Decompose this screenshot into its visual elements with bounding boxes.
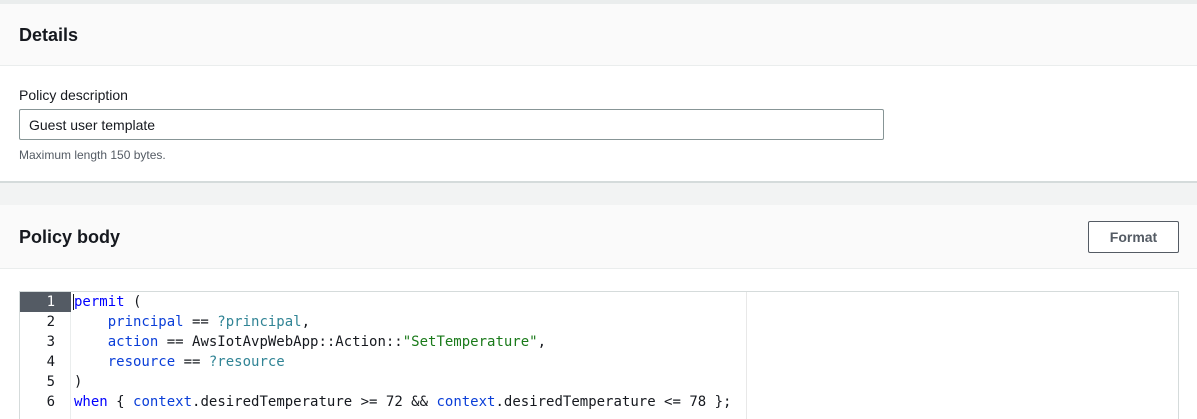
text-cursor xyxy=(73,294,74,310)
policy-description-hint: Maximum length 150 bytes. xyxy=(19,148,166,162)
code-token: resource xyxy=(107,354,176,370)
code-line[interactable]: 1 permit ( xyxy=(20,292,1178,312)
code-token: when xyxy=(74,394,108,410)
code-line[interactable]: 4 resource == ?resource xyxy=(20,352,1178,372)
code-token: .desiredTemperature <= 78 }; xyxy=(495,394,732,410)
code-line[interactable]: 2 principal == ?principal, xyxy=(20,312,1178,332)
code-token: == AwsIotAvpWebApp::Action:: xyxy=(158,334,403,350)
policy-body-header: Policy body Format xyxy=(0,205,1197,269)
code-token: principal xyxy=(107,314,184,330)
section-divider xyxy=(0,181,1197,183)
code-token: , xyxy=(301,314,311,330)
line-number: 6 xyxy=(46,394,55,410)
code-token: == xyxy=(183,314,218,330)
policy-description-label: Policy description xyxy=(19,87,128,103)
code-text: ) xyxy=(74,372,82,392)
code-text: action == AwsIotAvpWebApp::Action::"SetT… xyxy=(74,332,546,352)
code-token: == xyxy=(175,354,209,370)
line-number: 3 xyxy=(46,334,55,350)
details-header: Details xyxy=(0,4,1197,66)
code-token: .desiredTemperature >= 72 && xyxy=(192,394,437,410)
code-token: , xyxy=(537,334,547,350)
policy-description-input[interactable] xyxy=(19,109,884,140)
line-number: 5 xyxy=(46,374,55,390)
code-token: ?principal xyxy=(217,314,302,330)
code-line[interactable]: 3 action == AwsIotAvpWebApp::Action::"Se… xyxy=(20,332,1178,352)
format-button[interactable]: Format xyxy=(1088,221,1179,253)
policy-body-panel: Policy body Format 1 permit (2 principal … xyxy=(0,205,1197,419)
code-token: context xyxy=(133,394,193,410)
code-line[interactable]: 5) xyxy=(20,372,1178,392)
code-text: principal == ?principal, xyxy=(74,312,310,332)
code-token: "SetTemperature" xyxy=(402,334,538,350)
code-token: ) xyxy=(74,374,83,390)
code-text: when { context.desiredTemperature >= 72 … xyxy=(74,392,732,412)
line-number: 1 xyxy=(20,292,71,312)
code-token: permit xyxy=(74,294,125,310)
details-title: Details xyxy=(19,25,79,45)
code-token: { xyxy=(107,394,134,410)
code-text: resource == ?resource xyxy=(74,352,285,372)
code-text: permit ( xyxy=(74,292,141,312)
code-token: action xyxy=(107,334,159,350)
code-editor[interactable]: 1 permit (2 principal == ?principal, 3 act… xyxy=(19,291,1179,419)
code-line[interactable]: 6 when { context.desiredTemperature >= 72… xyxy=(20,392,1178,412)
code-token: ( xyxy=(124,294,142,310)
line-number: 2 xyxy=(46,314,55,330)
policy-body-title: Policy body xyxy=(19,227,121,247)
code-token: context xyxy=(436,394,496,410)
details-panel: Details Policy description Maximum lengt… xyxy=(0,4,1197,181)
line-number: 4 xyxy=(46,354,55,370)
code-token: ?resource xyxy=(208,354,285,370)
